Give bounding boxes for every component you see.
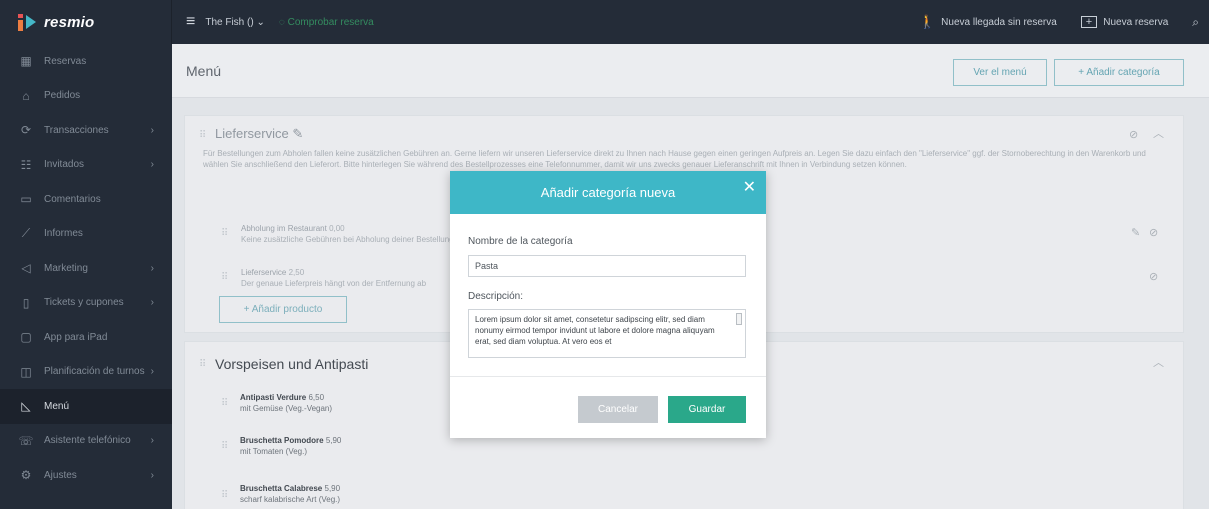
- description-label: Descripción:: [468, 291, 524, 302]
- description-text: Lorem ipsum dolor sit amet, consetetur s…: [475, 315, 715, 346]
- category-name-input[interactable]: Pasta: [468, 255, 746, 277]
- description-textarea[interactable]: Lorem ipsum dolor sit amet, consetetur s…: [468, 309, 746, 358]
- save-button[interactable]: Guardar: [668, 396, 746, 423]
- add-category-modal: Añadir categoría nueva ✕ Nombre de la ca…: [450, 171, 766, 438]
- close-icon[interactable]: ✕: [743, 177, 756, 197]
- modal-header: Añadir categoría nueva ✕: [450, 171, 766, 214]
- textarea-scrollbar[interactable]: [736, 313, 742, 325]
- modal-title: Añadir categoría nueva: [540, 185, 676, 200]
- category-name-label: Nombre de la categoría: [468, 236, 573, 247]
- modal-divider: [450, 376, 766, 377]
- cancel-button[interactable]: Cancelar: [578, 396, 658, 423]
